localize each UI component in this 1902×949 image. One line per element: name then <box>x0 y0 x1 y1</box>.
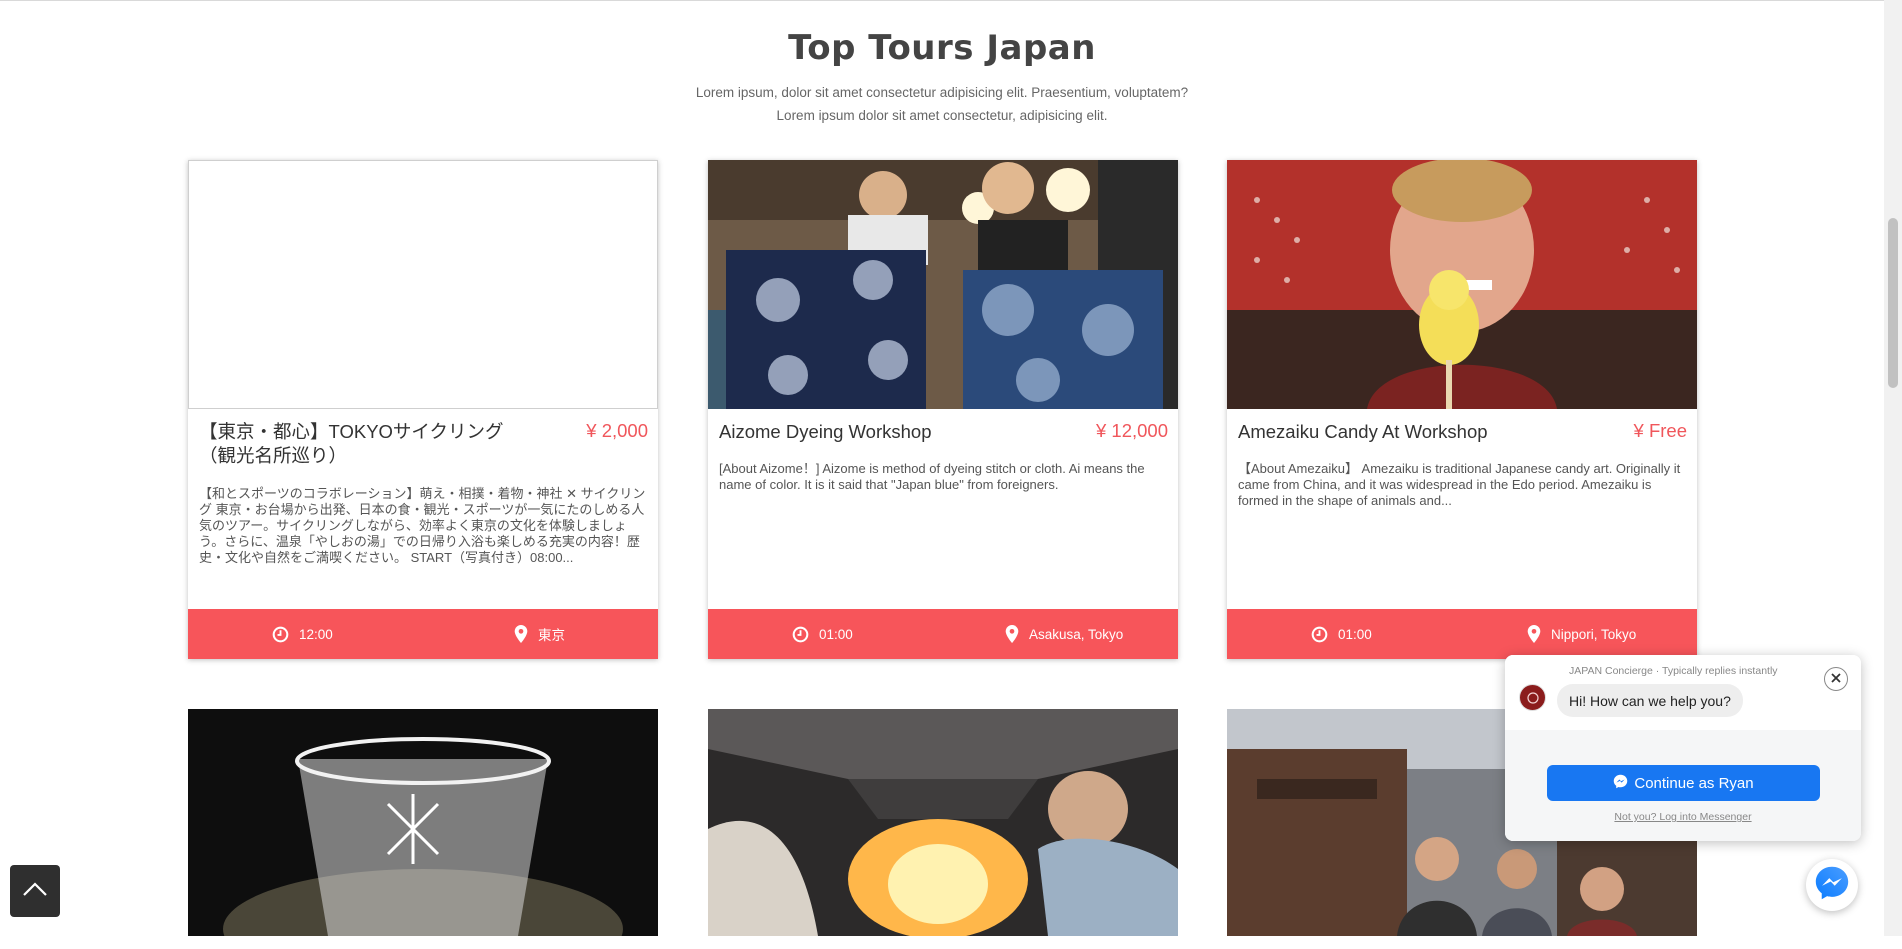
tour-card[interactable]: Aizome Dyeing Workshop ¥ 12,000 [About A… <box>708 160 1178 659</box>
tour-price: ¥ Free <box>1633 420 1687 441</box>
tour-time-text: 01:00 <box>1338 626 1372 642</box>
tour-title[interactable]: Aizome Dyeing Workshop <box>719 420 1059 444</box>
tour-title[interactable]: 【東京・都心】TOKYOサイクリング（観光名所巡り） <box>199 420 539 468</box>
clock-icon <box>1311 626 1328 643</box>
tour-description: 【About Amezaiku】 Amezaiku is traditional… <box>1238 461 1681 508</box>
clock-icon <box>792 626 809 643</box>
tour-location-text: 東京 <box>538 628 565 643</box>
tour-location-text: Nippori, Tokyo <box>1551 626 1637 642</box>
tour-card[interactable]: 【東京・都心】TOKYOサイクリング（観光名所巡り） ¥ 2,000 【和とスポ… <box>188 160 658 659</box>
continue-label: Continue as Ryan <box>1634 774 1754 792</box>
tour-price: ¥ 2,000 <box>586 420 648 441</box>
section-subtitle: Lorem ipsum, dolor sit amet consectetur … <box>0 81 1884 127</box>
tour-time: 01:00 <box>1311 609 1372 659</box>
tour-time-text: 12:00 <box>299 626 333 642</box>
tour-location-text: Asakusa, Tokyo <box>1029 626 1124 642</box>
tour-footer: 01:00 Asakusa, Tokyo <box>708 609 1178 659</box>
tour-time-text: 01:00 <box>819 626 853 642</box>
messenger-icon <box>1814 865 1850 906</box>
tour-location: Nippori, Tokyo <box>1527 609 1636 659</box>
scrollbar-thumb[interactable] <box>1888 218 1898 388</box>
page-name: JAPAN Concierge · Typically replies inst… <box>1569 665 1778 677</box>
scrollbar[interactable] <box>1884 0 1902 936</box>
tour-card[interactable] <box>708 709 1178 949</box>
messenger-icon <box>1613 774 1628 793</box>
close-icon <box>1831 670 1841 688</box>
clock-icon <box>272 626 289 643</box>
map-pin-icon <box>1005 625 1019 643</box>
subtitle-line: Lorem ipsum dolor sit amet consectetur, … <box>776 108 1108 123</box>
chevron-up-icon <box>22 881 48 902</box>
section-title: Top Tours Japan <box>788 28 1096 68</box>
close-button[interactable] <box>1824 667 1848 691</box>
not-you-link[interactable]: Not you? Log into Messenger <box>1505 811 1861 823</box>
tour-time: 12:00 <box>272 609 333 659</box>
messenger-launcher-button[interactable] <box>1806 859 1858 911</box>
back-to-top-button[interactable] <box>10 865 60 917</box>
map-pin-icon <box>1527 625 1541 643</box>
tour-title[interactable]: Amezaiku Candy At Workshop <box>1238 420 1578 444</box>
continue-as-button[interactable]: Continue as Ryan <box>1547 765 1820 801</box>
tour-footer: 12:00 東京 <box>188 609 658 659</box>
tour-description: [About Aizome！] Aizome is method of dyei… <box>719 461 1145 492</box>
greeting-bubble: Hi! How can we help you? <box>1557 684 1743 717</box>
map-pin-icon <box>514 625 528 643</box>
tour-location: Asakusa, Tokyo <box>1005 609 1123 659</box>
tour-image[interactable] <box>708 160 1178 409</box>
tour-image[interactable] <box>188 160 658 409</box>
tour-location: 東京 <box>514 609 565 659</box>
tour-card[interactable]: Amezaiku Candy At Workshop ¥ Free 【About… <box>1227 160 1697 659</box>
tour-price: ¥ 12,000 <box>1095 420 1168 441</box>
subtitle-line: Lorem ipsum, dolor sit amet consectetur … <box>695 85 1189 100</box>
top-divider <box>0 0 1884 1</box>
avatar <box>1519 684 1546 711</box>
tour-time: 01:00 <box>792 609 853 659</box>
tour-footer: 01:00 Nippori, Tokyo <box>1227 609 1697 659</box>
tour-description: 【和とスポーツのコラボレーション】萌え・相撲・着物・神社 ✕ サイクリング 東京… <box>199 486 646 565</box>
tour-image[interactable] <box>708 709 1178 949</box>
messenger-chat-popup: JAPAN Concierge · Typically replies inst… <box>1505 655 1861 841</box>
tour-image[interactable] <box>1227 160 1697 409</box>
tour-card[interactable] <box>188 709 658 949</box>
tour-image[interactable] <box>188 709 658 949</box>
